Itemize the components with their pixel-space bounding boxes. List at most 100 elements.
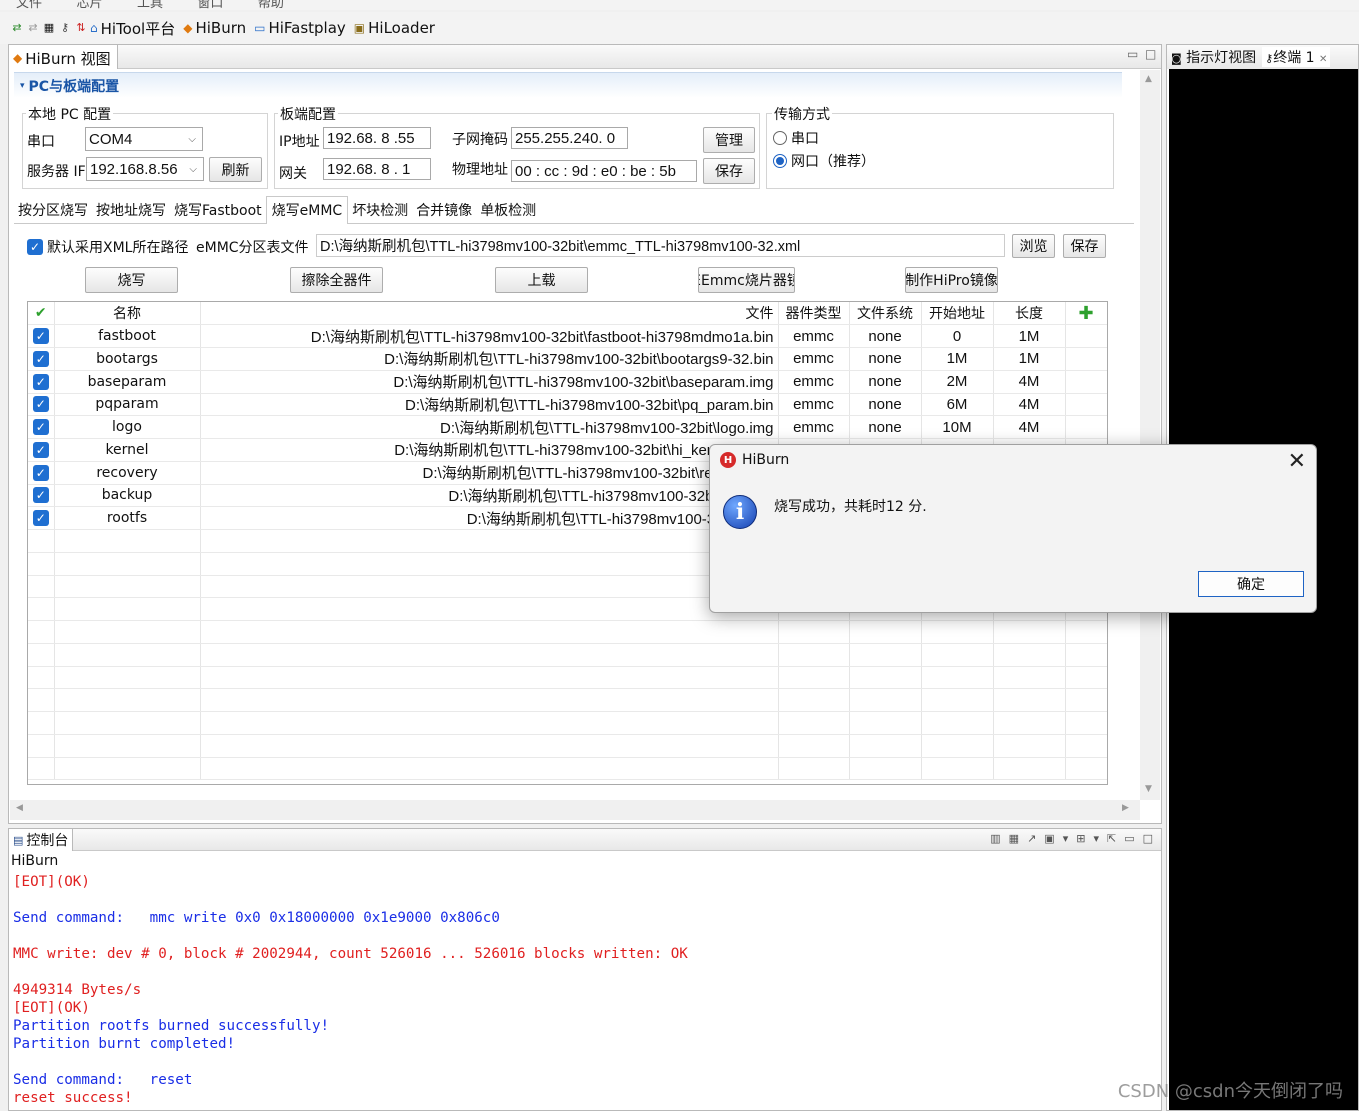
row-checkbox[interactable]: ✓ <box>32 373 49 390</box>
manage-button[interactable]: 管理 <box>703 127 755 153</box>
hitool-platform-button[interactable]: ⌂ HiTool平台 <box>90 18 175 39</box>
chevron-down-icon[interactable]: ▾ <box>1093 832 1099 845</box>
emmc-save-button[interactable]: 保存 <box>1063 234 1106 258</box>
hiloader-button[interactable]: ▣ HiLoader <box>354 19 435 37</box>
serial-radio[interactable] <box>773 131 787 145</box>
scroll-right-icon[interactable]: ▶ <box>1122 803 1129 813</box>
horizontal-scrollbar[interactable]: ◀ ▶ <box>10 800 1140 820</box>
row-checkbox[interactable]: ✓ <box>32 441 49 458</box>
mac-address-field[interactable]: 00 : cc : 9d : e0 : be : 5b <box>511 160 697 182</box>
tab-burn-fastboot[interactable]: 烧写Fastboot <box>170 200 266 223</box>
network-transport-option[interactable]: 网口（推荐） <box>773 151 875 171</box>
subnet-mask-field[interactable]: 255.255.240. 0 <box>511 127 628 149</box>
browse-button[interactable]: 浏览 <box>1012 234 1055 258</box>
display-console-icon[interactable]: ▣ <box>1044 832 1054 845</box>
scroll-left-icon[interactable]: ◀ <box>16 803 23 813</box>
row-checkbox[interactable]: ✓ <box>32 510 49 527</box>
emmc-image-button[interactable]: EEmmc烧片器镜 <box>698 267 795 293</box>
key-icon[interactable]: ⚷ <box>58 21 72 35</box>
row-checkbox-cell[interactable]: ✓ <box>28 370 55 394</box>
close-icon[interactable]: ✕ <box>1319 54 1327 65</box>
row-checkbox-cell[interactable]: ✓ <box>28 324 55 348</box>
open-console-icon[interactable]: ⇱ <box>1107 832 1116 845</box>
scroll-down-icon[interactable]: ▼ <box>1145 784 1152 794</box>
menu-help[interactable]: 帮助 <box>258 0 284 10</box>
row-checkbox[interactable]: ✓ <box>32 350 49 367</box>
table-row[interactable]: ✓ bootargs D:\海纳斯刷机包\TTL-hi3798mv100-32bit… <box>28 347 1107 371</box>
row-checkbox-cell[interactable]: ✓ <box>28 506 55 530</box>
table-row[interactable]: ✓ fastboot D:\海纳斯刷机包\TTL-hi3798mv100-32bit… <box>28 324 1107 348</box>
hifastplay-button[interactable]: ▭ HiFastplay <box>254 19 346 37</box>
clear-console-icon[interactable]: ▥ <box>990 832 1000 845</box>
menu-file[interactable]: 文件 <box>16 0 42 10</box>
transfer-icon[interactable]: ⇅ <box>74 21 88 35</box>
erase-all-button[interactable]: 擦除全器件 <box>290 267 383 293</box>
tab-burn-by-partition[interactable]: 按分区烧写 <box>14 200 92 223</box>
tab-bad-block-check[interactable]: 坏块检测 <box>348 200 412 223</box>
close-icon[interactable]: ✕ <box>1288 449 1306 474</box>
vertical-scrollbar[interactable]: ▲ ▼ <box>1140 70 1160 800</box>
maximize-icon[interactable]: □ <box>1143 832 1153 845</box>
upload-button[interactable]: 上载 <box>495 267 588 293</box>
serial-port-select[interactable]: COM4 ⌵ <box>85 127 203 151</box>
collapse-icon[interactable]: ▾ <box>20 81 25 91</box>
tab-board-check[interactable]: 单板检测 <box>476 200 540 223</box>
chip-icon[interactable]: ▦ <box>42 21 56 35</box>
cell-empty <box>849 620 922 644</box>
serial-transport-option[interactable]: 串口 <box>773 128 819 148</box>
hiburn-view-title: HiBurn 视图 <box>25 49 111 68</box>
new-console-icon[interactable]: ⊞ <box>1076 832 1085 845</box>
menu-tools[interactable]: 工具 <box>137 0 163 10</box>
ok-button[interactable]: 确定 <box>1198 571 1304 597</box>
row-checkbox[interactable]: ✓ <box>32 419 49 436</box>
console-tabbar: ▤ 控制台 ▥ ▦ ↗ ▣ ▾ ⊞ ▾ ⇱ ▭ □ <box>9 829 1161 851</box>
add-row-button[interactable]: ✚ <box>1065 302 1107 326</box>
make-hipro-image-button[interactable]: 制作HiPro镜像 <box>905 267 998 293</box>
ip-address-field[interactable]: 192.68. 8 .55 <box>323 127 431 149</box>
board-save-button[interactable]: 保存 <box>703 158 755 184</box>
server-ip-select[interactable]: 192.168.8.56 ⌵ <box>86 157 204 181</box>
maximize-icon[interactable]: □ <box>1145 47 1156 61</box>
select-all-header[interactable]: ✔ <box>28 302 55 326</box>
table-row[interactable]: ✓ pqparam D:\海纳斯刷机包\TTL-hi3798mv100-32bit\… <box>28 393 1107 417</box>
cell-empty <box>54 597 201 621</box>
tab-terminal-1[interactable]: ⚷终端 1 ✕ <box>1262 47 1331 67</box>
row-checkbox[interactable]: ✓ <box>32 464 49 481</box>
tab-burn-emmc[interactable]: 烧写eMMC <box>265 196 349 224</box>
tab-merge-image[interactable]: 合并镜像 <box>412 200 476 223</box>
row-checkbox-cell[interactable]: ✓ <box>28 461 55 485</box>
row-checkbox-cell[interactable]: ✓ <box>28 484 55 508</box>
scroll-lock-icon[interactable]: ▦ <box>1009 832 1019 845</box>
xml-path-checkbox[interactable]: ✓ <box>27 239 43 255</box>
minimize-icon[interactable]: ▭ <box>1124 832 1134 845</box>
row-checkbox-cell[interactable]: ✓ <box>28 347 55 371</box>
scroll-up-icon[interactable]: ▲ <box>1145 74 1152 84</box>
burn-button[interactable]: 烧写 <box>85 267 178 293</box>
menu-chip[interactable]: 芯片 <box>76 0 102 10</box>
row-checkbox[interactable]: ✓ <box>32 487 49 504</box>
minimize-icon[interactable]: ▭ <box>1127 47 1138 61</box>
console-tab[interactable]: ▤ 控制台 <box>9 829 74 851</box>
tab-indicator-view[interactable]: ◙ 指示灯视图 <box>1171 47 1256 67</box>
refresh-button[interactable]: 刷新 <box>209 157 262 182</box>
menu-window[interactable]: 窗口 <box>197 0 223 10</box>
hiburn-view-tab[interactable]: ◆ HiBurn 视图 <box>9 45 118 69</box>
row-checkbox-cell[interactable]: ✓ <box>28 438 55 462</box>
chevron-down-icon[interactable]: ▾ <box>1063 832 1069 845</box>
gateway-field[interactable]: 192.68. 8 . 1 <box>323 158 431 180</box>
tab-burn-by-address[interactable]: 按地址烧写 <box>92 200 170 223</box>
xml-path-checkbox-row[interactable]: ✓ 默认采用XML所在路径 <box>27 237 188 257</box>
table-row[interactable]: ✓ baseparam D:\海纳斯刷机包\TTL-hi3798mv100-32bi… <box>28 370 1107 394</box>
xml-path-field[interactable]: D:\海纳斯刷机包\TTL-hi3798mv100-32bit\emmc_TTL… <box>316 234 1005 257</box>
section-header[interactable]: ▾ PC与板端配置 <box>14 72 1122 98</box>
table-row[interactable]: ✓ logo D:\海纳斯刷机包\TTL-hi3798mv100-32bit\log… <box>28 415 1107 439</box>
row-checkbox[interactable]: ✓ <box>32 328 49 345</box>
row-checkbox-cell[interactable]: ✓ <box>28 415 55 439</box>
connect-icon[interactable]: ⇄ <box>10 21 24 35</box>
pin-icon[interactable]: ↗ <box>1027 832 1036 845</box>
row-checkbox-cell[interactable]: ✓ <box>28 393 55 417</box>
network-radio[interactable] <box>773 154 787 168</box>
row-checkbox[interactable]: ✓ <box>32 396 49 413</box>
hiburn-button[interactable]: ◆ HiBurn <box>183 19 246 37</box>
disconnect-icon[interactable]: ⇄ <box>26 21 40 35</box>
